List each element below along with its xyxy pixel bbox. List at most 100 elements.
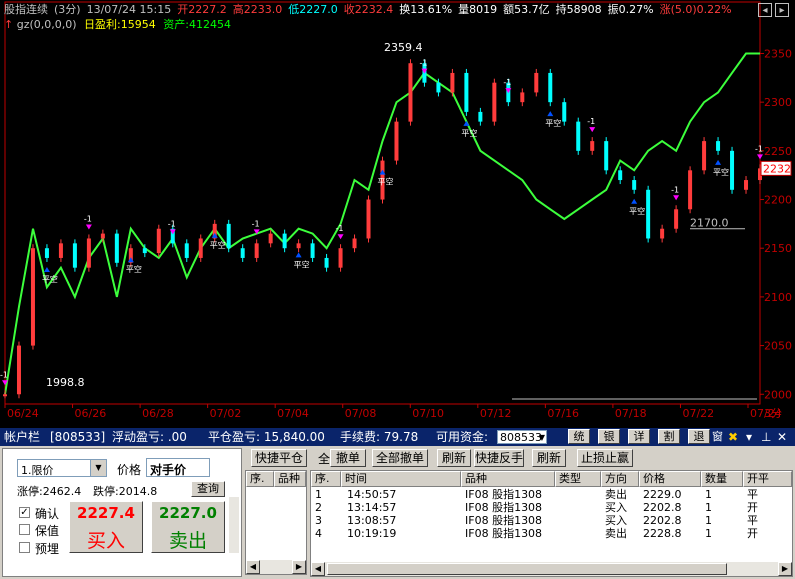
y-tick-label: 2350 (764, 47, 792, 60)
close-icon[interactable]: ✕ (777, 428, 787, 446)
trade-mark-label: 平空 (713, 167, 729, 177)
trade-mark-label: -1 (587, 117, 595, 126)
candle-body (450, 72, 455, 93)
candle-body (198, 238, 203, 258)
refresh-button-2[interactable]: 刷新 (532, 449, 566, 467)
table-row[interactable]: 3 13:08:57 IF08 股指1308 买入 2202.8 1 平 (311, 514, 792, 527)
candle-body (184, 243, 189, 258)
y-tick-label: 2250 (764, 145, 792, 158)
orders-table: 序. 时间 品种 类型 方向 价格 数量 开平 1 14:50:57 IF08 股指… (310, 470, 793, 577)
orders-header-symbol[interactable]: 品种 (461, 471, 555, 487)
buy-button[interactable]: 2227.4 买入 (69, 501, 143, 553)
confirm-checkbox[interactable]: ✓ (19, 507, 30, 518)
trade-triangle (337, 234, 344, 240)
symbol-name: 股指连续 (4, 3, 48, 16)
orders-header-index[interactable]: 序. (311, 471, 341, 487)
query-button[interactable]: 查询 (191, 481, 225, 497)
next-icon[interactable]: ▸ (775, 3, 789, 17)
scroll-thumb[interactable] (327, 563, 727, 575)
price-input[interactable]: 对手价 (146, 458, 210, 477)
turnover-rate: 换13.61% (399, 3, 453, 16)
quick-close-button[interactable]: 快捷平仓 (251, 449, 307, 467)
account-bar-title: 帐户栏 (4, 430, 41, 444)
vertical-scrollbar[interactable] (229, 497, 239, 553)
orders-header-open-close[interactable]: 开平 (743, 471, 792, 487)
candle-body (562, 102, 567, 122)
bank-button[interactable]: 银 (598, 429, 620, 444)
candle-body (310, 243, 315, 258)
table-cell: 卖出 (605, 488, 627, 501)
table-row[interactable]: 2 13:14:57 IF08 股指1308 买入 2202.8 1 开 (311, 501, 792, 514)
orders-header-price[interactable]: 价格 (639, 471, 701, 487)
trade-mark-label: -1 (252, 219, 260, 228)
exit-button[interactable]: 退 (688, 429, 710, 444)
table-row[interactable]: 1 14:50:57 IF08 股指1308 卖出 2229.0 1 平 (311, 488, 792, 501)
table-cell: 13:14:57 (347, 501, 397, 514)
open-price: 开2227.2 (177, 3, 227, 16)
refresh-button[interactable]: 刷新 (437, 449, 471, 467)
cancel-order-button[interactable]: 撤单 (330, 449, 366, 467)
table-cell: IF08 股指1308 (465, 527, 543, 540)
preload-checkbox[interactable] (19, 542, 30, 553)
candle-body (156, 228, 161, 254)
dropdown-icon[interactable]: ▾ (746, 428, 752, 446)
stop-loss-button[interactable]: 止损止赢 (577, 449, 633, 467)
orders-header-time[interactable]: 时间 (341, 471, 461, 487)
positions-header-symbol[interactable]: 品种 (274, 471, 306, 487)
candle-body (492, 82, 497, 122)
trade-triangle (547, 111, 554, 117)
orders-scrollbar[interactable]: ◀ ▶ (311, 562, 792, 576)
sell-button[interactable]: 2227.0 卖出 (151, 501, 225, 553)
trade-mark-label: 平空 (210, 240, 226, 250)
cut-button[interactable]: 割 (658, 429, 680, 444)
candle-body (590, 141, 595, 151)
table-cell: 平 (747, 514, 758, 527)
window-button[interactable]: 窗 (712, 428, 723, 446)
orders-header-direction[interactable]: 方向 (601, 471, 639, 487)
table-cell: IF08 股指1308 (465, 514, 543, 527)
table-cell: 1 (315, 488, 322, 501)
order-type-select[interactable]: 1.限价 ▼ (17, 459, 107, 477)
candle-body (324, 257, 329, 268)
positions-table: 序. 品种 ◀ ▶ (245, 470, 307, 575)
candle-body (338, 248, 343, 268)
scroll-left-icon[interactable]: ◀ (246, 560, 260, 574)
scroll-left-icon[interactable]: ◀ (311, 562, 325, 576)
kline-chart[interactable]: 2350 2300 2250 2200 2150 2100 2050 2000 06/24 06/… (0, 0, 795, 428)
trade-triangle (295, 252, 302, 258)
cancel-all-button[interactable]: 全部撤单 (372, 449, 428, 467)
formula-label: gz(0,0,0,0) (16, 18, 77, 31)
orders-header-type[interactable]: 类型 (555, 471, 601, 487)
table-cell: 10:19:19 (347, 527, 397, 540)
positions-header-index[interactable]: 序. (246, 471, 274, 487)
scroll-right-icon[interactable]: ▶ (778, 562, 792, 576)
tool-icon[interactable]: ✖ (728, 428, 738, 446)
candle-body (716, 141, 721, 151)
table-row[interactable]: 4 10:19:19 IF08 股指1308 卖出 2228.8 1 开 (311, 527, 792, 540)
quick-reverse-button[interactable]: 快捷反手 (474, 449, 524, 467)
quote-header: 股指连续 (3分) 13/07/24 15:15 开2227.2 高2233.0 低222… (4, 2, 738, 18)
close-all-button[interactable]: 全 (318, 450, 330, 467)
daily-profit: 日盈利:15954 (84, 18, 156, 31)
positions-scrollbar[interactable]: ◀ ▶ (246, 560, 306, 574)
y-tick-label: 2100 (764, 291, 792, 304)
x-tick-label: 07/08 (345, 407, 377, 420)
prev-icon[interactable]: ◂ (758, 3, 772, 17)
orders-header-quantity[interactable]: 数量 (701, 471, 743, 487)
stats-button[interactable]: 统 (568, 429, 590, 444)
available-funds-label: 可用资金: (436, 430, 489, 444)
pin-icon[interactable]: ⊥ (761, 428, 771, 446)
candle-body (100, 233, 105, 239)
x-unit-label: 3分 (764, 407, 782, 420)
chevron-down-icon: ▼ (538, 433, 545, 442)
candle-body (646, 189, 651, 239)
volume: 量8019 (458, 3, 498, 16)
fund-account-select[interactable]: 808533 ▼ (497, 430, 547, 444)
hedge-checkbox[interactable] (19, 524, 30, 535)
candle-body (408, 63, 413, 122)
detail-button[interactable]: 详 (628, 429, 650, 444)
mark-annotation: 2170.0 (690, 217, 729, 230)
scroll-right-icon[interactable]: ▶ (292, 560, 306, 574)
trading-panel: 1.限价 ▼ 价格 对手价 涨停:2462.4 跌停:2014.8 查询 ✓ 确… (0, 446, 795, 579)
trade-triangle (169, 229, 176, 235)
